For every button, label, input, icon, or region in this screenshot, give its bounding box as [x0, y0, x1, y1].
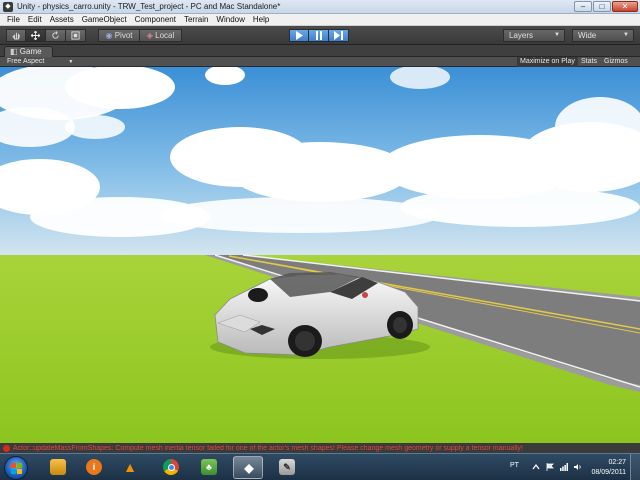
menu-file[interactable]: File	[3, 15, 24, 24]
maximize-on-play-toggle[interactable]: Maximize on Play	[517, 57, 578, 67]
menu-assets[interactable]: Assets	[46, 15, 78, 24]
move-tool-button[interactable]	[26, 29, 46, 42]
taskbar-app-unity[interactable]: ◆	[233, 456, 263, 479]
taskbar: i ▲ ♣ ◆ ✎ PT 02:27 08/09/2011	[0, 453, 640, 480]
taskbar-app-game[interactable]: ♣	[194, 456, 224, 479]
maximize-button[interactable]: □	[593, 1, 611, 12]
aspect-dropdown[interactable]: Free Aspect ▼	[4, 57, 76, 67]
language-indicator[interactable]: PT	[510, 462, 519, 469]
window-title: Unity - physics_carro.unity - TRW_Test_p…	[17, 2, 281, 11]
layers-dropdown[interactable]: Layers ▼	[503, 29, 565, 42]
window-controls: – □ ✕	[574, 1, 638, 12]
play-button[interactable]	[289, 29, 309, 42]
gizmos-toggle[interactable]: Gizmos	[601, 57, 631, 67]
hand-icon	[11, 32, 20, 40]
tab-game[interactable]: ◧ Game	[4, 46, 53, 57]
play-icon	[296, 31, 303, 40]
tab-game-label: Game	[19, 47, 42, 56]
local-label: Local	[155, 31, 175, 40]
aspect-label: Free Aspect	[7, 58, 45, 65]
taskbar-app-avast[interactable]: i	[79, 456, 109, 479]
local-toggle[interactable]: ◈ Local	[140, 29, 182, 42]
layers-label: Layers	[509, 31, 534, 40]
taskbar-app-paint[interactable]: ✎	[272, 456, 302, 479]
chevron-down-icon: ▼	[623, 32, 629, 38]
taskbar-app-chrome[interactable]	[156, 456, 186, 479]
pivot-toggle[interactable]: ◉ Pivot	[98, 29, 140, 42]
rotate-icon	[52, 31, 59, 39]
main-toolbar: ◉ Pivot ◈ Local Layers ▼ Wide ▼	[0, 26, 640, 45]
rotate-tool-button[interactable]	[46, 29, 66, 42]
unity-icon: ◆	[3, 1, 13, 12]
menu-window[interactable]: Window	[212, 15, 248, 24]
layout-label: Wide	[578, 31, 597, 40]
flag-icon[interactable]	[546, 463, 554, 471]
scale-icon	[71, 31, 80, 40]
minimize-button[interactable]: –	[574, 1, 592, 12]
explorer-icon	[50, 459, 66, 475]
menu-component[interactable]: Component	[131, 15, 180, 24]
show-hidden-icons-icon[interactable]	[532, 463, 540, 471]
game-view-icon: ◧	[10, 47, 18, 56]
start-button[interactable]	[4, 456, 28, 480]
play-controls	[289, 29, 349, 42]
scale-tool-button[interactable]	[66, 29, 86, 42]
network-icon[interactable]	[560, 463, 568, 471]
transform-tools	[6, 29, 86, 42]
vlc-icon: ▲	[123, 459, 137, 475]
window-title-bar: ◆ Unity - physics_carro.unity - TRW_Test…	[0, 0, 640, 14]
volume-icon[interactable]	[574, 463, 582, 471]
hand-tool-button[interactable]	[6, 29, 26, 42]
step-button[interactable]	[329, 29, 349, 42]
pivot-label: Pivot	[114, 31, 133, 40]
game-icon: ♣	[201, 459, 217, 475]
error-icon	[3, 444, 10, 452]
pivot-toggles: ◉ Pivot ◈ Local	[98, 29, 182, 42]
chrome-icon	[163, 459, 179, 475]
game-scene	[0, 67, 640, 443]
game-toolbar: Free Aspect ▼ Maximize on Play Stats Giz…	[0, 57, 640, 67]
step-icon	[334, 31, 343, 40]
panel-tab-row: ◧ Game	[0, 45, 640, 57]
move-icon	[30, 30, 41, 41]
unity-icon: ◆	[244, 461, 254, 475]
clock-date[interactable]: 08/09/2011	[591, 469, 626, 476]
chevron-down-icon: ▼	[554, 32, 560, 38]
status-message: Actor::updateMassFromShapes: Compute mes…	[13, 444, 523, 452]
show-desktop-button[interactable]	[630, 454, 640, 480]
windows-logo-icon	[11, 463, 23, 475]
status-bar[interactable]: Actor::updateMassFromShapes: Compute mes…	[0, 443, 640, 453]
menu-gameobject[interactable]: GameObject	[78, 15, 131, 24]
stats-toggle[interactable]: Stats	[578, 57, 600, 67]
avast-icon: i	[86, 459, 102, 475]
layout-dropdown[interactable]: Wide ▼	[572, 29, 634, 42]
system-tray: PT 02:27 08/09/2011	[510, 454, 640, 480]
chevron-down-icon: ▼	[68, 59, 74, 65]
taskbar-app-explorer[interactable]	[43, 456, 73, 479]
menu-terrain[interactable]: Terrain	[180, 15, 212, 24]
game-view[interactable]	[0, 67, 640, 443]
local-icon: ◈	[146, 31, 153, 40]
pause-button[interactable]	[309, 29, 329, 42]
menu-help[interactable]: Help	[249, 15, 273, 24]
taskbar-app-vlc[interactable]: ▲	[115, 456, 145, 479]
pause-icon	[315, 31, 322, 40]
clock-time[interactable]: 02:27	[608, 459, 626, 466]
menu-bar: File Edit Assets GameObject Component Te…	[0, 14, 640, 26]
menu-edit[interactable]: Edit	[24, 15, 46, 24]
close-button[interactable]: ✕	[612, 1, 638, 12]
pivot-icon: ◉	[105, 31, 113, 40]
paint-icon: ✎	[279, 459, 295, 475]
